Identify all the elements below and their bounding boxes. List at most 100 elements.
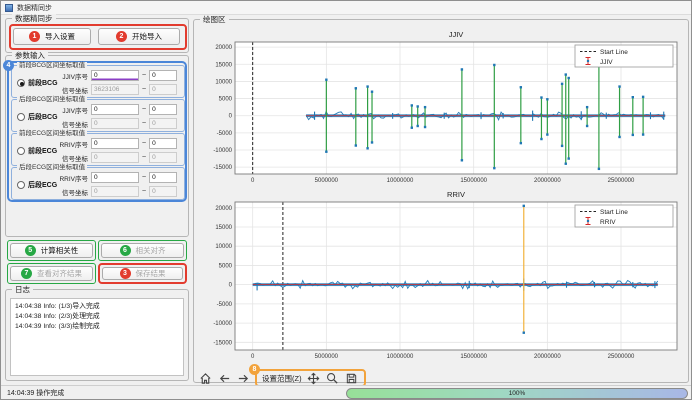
- home-icon[interactable]: [198, 371, 212, 385]
- plot-area-label: 绘图区: [200, 15, 229, 24]
- zoom-icon[interactable]: [326, 371, 340, 385]
- field-from-input[interactable]: [91, 70, 139, 81]
- start-import-button[interactable]: 2 开始导入: [98, 28, 180, 45]
- radio-label: 前段ECG: [28, 146, 57, 156]
- svg-text:RRIV: RRIV: [600, 219, 616, 226]
- annotation-frame-6: 6 相关对齐: [98, 240, 187, 261]
- range-separator: ~: [142, 188, 146, 195]
- field-row: JJIV序号 ~: [56, 103, 181, 116]
- range-separator: ~: [142, 72, 146, 79]
- field-row: 信号坐标 ~: [56, 185, 181, 198]
- action-button-3[interactable]: 3保存结果: [102, 267, 183, 280]
- radio-后段BCG[interactable]: 后段BCG: [17, 112, 58, 122]
- params-group-label: 参数输入: [12, 51, 48, 60]
- log-output[interactable]: 14:04:38 Info: (1/3)导入完成14:04:38 Info: (…: [10, 298, 184, 376]
- field-to-input[interactable]: [149, 104, 177, 115]
- svg-text:20000: 20000: [215, 45, 232, 51]
- field-label: 信号坐标: [56, 187, 88, 197]
- import-settings-label: 导入设置: [45, 31, 75, 42]
- annotation-badge-2: 2: [116, 31, 127, 42]
- range-separator: ~: [142, 174, 146, 181]
- field-label: RRIV序号: [56, 173, 88, 183]
- status-bar: 14:04:39 操作完成 100%: [1, 385, 692, 400]
- save-icon[interactable]: [345, 371, 359, 385]
- import-settings-button[interactable]: 1 导入设置: [13, 28, 91, 45]
- annotation-badge-7: 7: [21, 268, 32, 279]
- action-button-6[interactable]: 6 相关对齐: [101, 243, 184, 258]
- back-icon[interactable]: [217, 371, 231, 385]
- field-from-input[interactable]: [91, 172, 139, 183]
- radio-icon[interactable]: [17, 113, 25, 121]
- field-to-input[interactable]: [149, 70, 177, 81]
- range-separator: ~: [142, 154, 146, 161]
- field-row: JJIV序号~: [56, 69, 181, 82]
- svg-text:25000000: 25000000: [608, 178, 635, 184]
- app-icon: [5, 4, 13, 12]
- radio-后段ECG[interactable]: 后段ECG: [17, 180, 57, 190]
- svg-text:JJIV: JJIV: [600, 59, 613, 66]
- range-separator: ~: [142, 120, 146, 127]
- field-label: RRIV序号: [56, 139, 88, 149]
- field-to-input: [149, 186, 177, 197]
- range-separator: ~: [142, 106, 146, 113]
- svg-text:10000000: 10000000: [387, 178, 414, 184]
- progress-bar: 100%: [346, 388, 688, 399]
- field-from-input: [91, 84, 139, 95]
- log-line: 14:04:38 Info: (1/3)导入完成: [15, 302, 179, 312]
- svg-text:10000: 10000: [215, 79, 232, 85]
- svg-text:-5000: -5000: [217, 302, 233, 308]
- annotation-badge-8: 8: [249, 364, 260, 375]
- log-line: 14:04:38 Info: (2/3)处理完成: [15, 312, 179, 322]
- field-to-input[interactable]: [149, 172, 177, 183]
- radio-label: 后段BCG: [28, 112, 58, 122]
- field-row: 信号坐标 ~: [56, 117, 181, 130]
- pan-icon[interactable]: [307, 371, 321, 385]
- svg-text:15000000: 15000000: [460, 354, 487, 360]
- radio-label: 前段BCG: [28, 78, 58, 88]
- field-from-input[interactable]: [91, 138, 139, 149]
- jjiv-chart: 20000150001000050000-5000-10000-15000050…: [199, 28, 683, 188]
- param-subgroup: 前段ECG区间坐标取值前段ECGRRIV序号~信号坐标~: [11, 133, 185, 166]
- field-to-input[interactable]: [149, 138, 177, 149]
- log-line: 14:04:39 Info: (3/3)绘制完成: [15, 322, 179, 332]
- field-rows: RRIV序号 ~ 信号坐标 ~: [56, 171, 181, 199]
- sync-group-label: 数据精同步: [12, 14, 56, 23]
- start-import-label: 开始导入: [132, 31, 162, 42]
- range-separator: ~: [142, 86, 146, 93]
- action-buttons: 5计算相关性 6 相关对齐 7查看对齐结果 3保存结果: [7, 240, 189, 286]
- svg-text:Start Line: Start Line: [600, 209, 628, 216]
- field-label: JJIV序号: [56, 105, 88, 115]
- field-row: 信号坐标 ~: [56, 151, 181, 164]
- svg-text:15000: 15000: [215, 62, 232, 68]
- action-button-7[interactable]: 7查看对齐结果: [10, 266, 93, 281]
- radio-前段BCG[interactable]: 前段BCG: [17, 78, 58, 88]
- radio-icon[interactable]: [17, 79, 25, 87]
- radio-前段ECG[interactable]: 前段ECG: [17, 146, 57, 156]
- svg-text:20000000: 20000000: [534, 178, 561, 184]
- plot-area-group: 绘图区 20000150001000050000-5000-10000-1500…: [193, 19, 689, 383]
- field-to-input: [149, 152, 177, 163]
- annotation-badge-3: 3: [120, 268, 131, 279]
- param-subgroup: 后段ECG区间坐标取值后段ECGRRIV序号~信号坐标~: [11, 167, 185, 200]
- svg-text:0: 0: [251, 354, 255, 360]
- svg-text:15000: 15000: [215, 225, 232, 231]
- field-label: 信号坐标: [56, 153, 88, 163]
- svg-text:5000000: 5000000: [315, 354, 339, 360]
- radio-label: 后段ECG: [28, 180, 57, 190]
- action-button-5[interactable]: 5计算相关性: [10, 243, 93, 258]
- rriv-chart: 20000150001000050000-5000-10000-15000050…: [199, 188, 683, 366]
- field-label: 信号坐标: [56, 85, 88, 95]
- set-range-button[interactable]: 设置范围(Z): [262, 373, 302, 384]
- annotation-badge-4: 4: [3, 60, 14, 71]
- svg-text:-15000: -15000: [213, 340, 232, 346]
- radio-icon[interactable]: [17, 181, 25, 189]
- param-subgroups: 前段BCG区间坐标取值前段BCGJJIV序号~信号坐标~后段BCG区间坐标取值后…: [11, 65, 185, 201]
- field-label: 信号坐标: [56, 119, 88, 129]
- svg-text:10000000: 10000000: [387, 354, 414, 360]
- action-button-label: 相关对齐: [136, 245, 166, 256]
- annotation-badge-6: 6: [120, 245, 131, 256]
- radio-icon[interactable]: [17, 147, 25, 155]
- field-from-input[interactable]: [91, 104, 139, 115]
- svg-text:Start Line: Start Line: [600, 49, 628, 56]
- forward-icon[interactable]: [236, 371, 250, 385]
